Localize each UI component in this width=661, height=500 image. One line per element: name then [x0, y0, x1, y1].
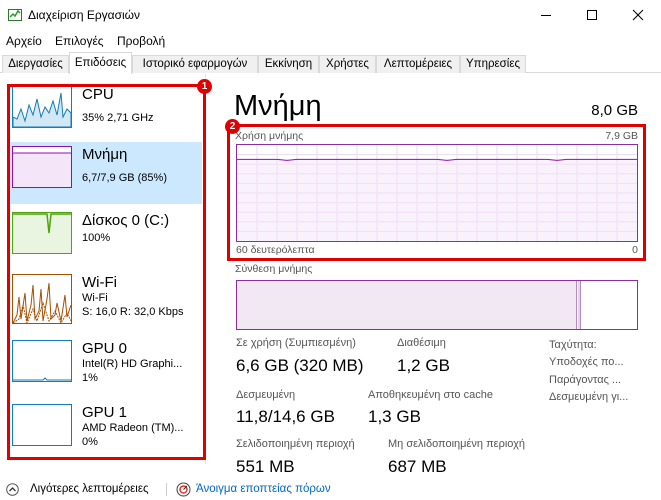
fewer-details-link[interactable]: Λιγότερες λεπτομέρειες	[30, 483, 149, 495]
title-bar: Διαχείριση Εργασιών	[0, 0, 661, 30]
paged-pool-label: Σελιδοποιημένη περιοχή	[236, 438, 355, 450]
annotation-badge-1: 1	[197, 79, 212, 94]
minimize-icon	[541, 15, 551, 16]
footer-divider	[166, 483, 167, 496]
tab-details[interactable]: Λεπτομέρειες	[376, 55, 460, 73]
maximize-button[interactable]	[569, 0, 615, 30]
nonpaged-pool-label: Μη σελιδοποιημένη περιοχή	[388, 438, 525, 450]
annotation-box-2	[227, 124, 646, 261]
close-icon	[632, 9, 644, 21]
open-resource-monitor-link[interactable]: Άνοιγμα εποπτείας πόρων	[196, 483, 331, 495]
slots-label: Υποδοχές πο...	[549, 356, 624, 368]
composition-modified	[578, 281, 581, 329]
chevron-up-icon[interactable]	[6, 483, 19, 496]
memory-composition-label: Σύνθεση μνήμης	[235, 263, 313, 275]
task-manager-icon	[8, 9, 22, 21]
tab-processes[interactable]: Διεργασίες	[2, 55, 69, 73]
resource-monitor-icon[interactable]	[176, 482, 191, 497]
tab-services[interactable]: Υπηρεσίες	[460, 55, 526, 73]
tab-users[interactable]: Χρήστες	[319, 55, 376, 73]
cached-value: 1,3 GB	[368, 407, 421, 426]
available-label: Διαθέσιμη	[397, 337, 446, 349]
tab-startup[interactable]: Εκκίνηση	[258, 55, 319, 73]
composition-in-use	[237, 281, 577, 329]
menu-file[interactable]: Αρχείο	[6, 34, 42, 48]
in-use-label: Σε χρήση (Συμπιεσμένη)	[236, 337, 356, 349]
menu-view[interactable]: Προβολή	[117, 34, 165, 48]
menu-bar: Αρχείο Επιλογές Προβολή	[0, 30, 661, 52]
maximize-icon	[587, 10, 597, 20]
tab-app-history[interactable]: Ιστορικό εφαρμογών	[132, 55, 258, 73]
memory-composition-bar	[236, 280, 638, 330]
minimize-button[interactable]	[523, 0, 569, 30]
memory-heading: Μνήμη	[234, 90, 322, 122]
nonpaged-pool-value: 687 MB	[388, 457, 447, 476]
form-factor-label: Παράγοντας ...	[549, 374, 622, 386]
speed-label: Ταχύτητα:	[549, 339, 597, 351]
in-use-value: 6,6 GB (320 MB)	[236, 356, 364, 375]
window-title: Διαχείριση Εργασιών	[28, 8, 141, 22]
paged-pool-value: 551 MB	[236, 457, 295, 476]
tab-bar: Διεργασίες Επιδόσεις Ιστορικό εφαρμογών …	[0, 52, 661, 74]
memory-capacity: 8,0 GB	[591, 102, 638, 119]
hardware-reserved-label: Δεσμευμένη γι...	[549, 391, 629, 403]
annotation-badge-2: 2	[225, 119, 240, 134]
available-value: 1,2 GB	[397, 356, 450, 375]
footer-bar: Λιγότερες λεπτομέρειες Άνοιγμα εποπτείας…	[0, 478, 661, 500]
tab-performance[interactable]: Επιδόσεις	[69, 52, 132, 74]
committed-value: 11,8/14,6 GB	[236, 407, 335, 426]
menu-options[interactable]: Επιλογές	[55, 34, 104, 48]
cached-label: Αποθηκευμένη στο cache	[368, 389, 493, 401]
close-button[interactable]	[615, 0, 661, 30]
annotation-box-1	[7, 84, 206, 460]
committed-label: Δεσμευμένη	[236, 389, 296, 401]
